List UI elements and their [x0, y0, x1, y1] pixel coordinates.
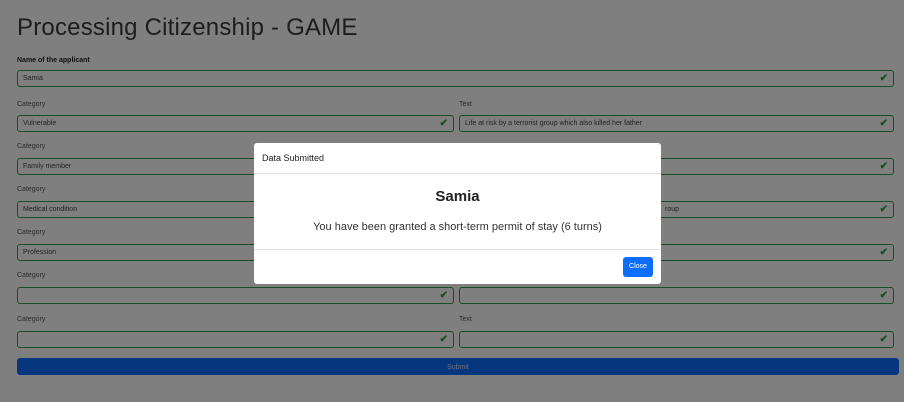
result-message: You have been granted a short-term permi… [313, 221, 602, 233]
modal-title: Data Submitted [254, 143, 661, 174]
applicant-name-heading: Samia [435, 188, 480, 205]
data-submitted-modal: Data Submitted Samia You have been grant… [254, 143, 661, 284]
close-button[interactable]: Close [623, 257, 653, 277]
modal-footer-divider [254, 249, 661, 250]
